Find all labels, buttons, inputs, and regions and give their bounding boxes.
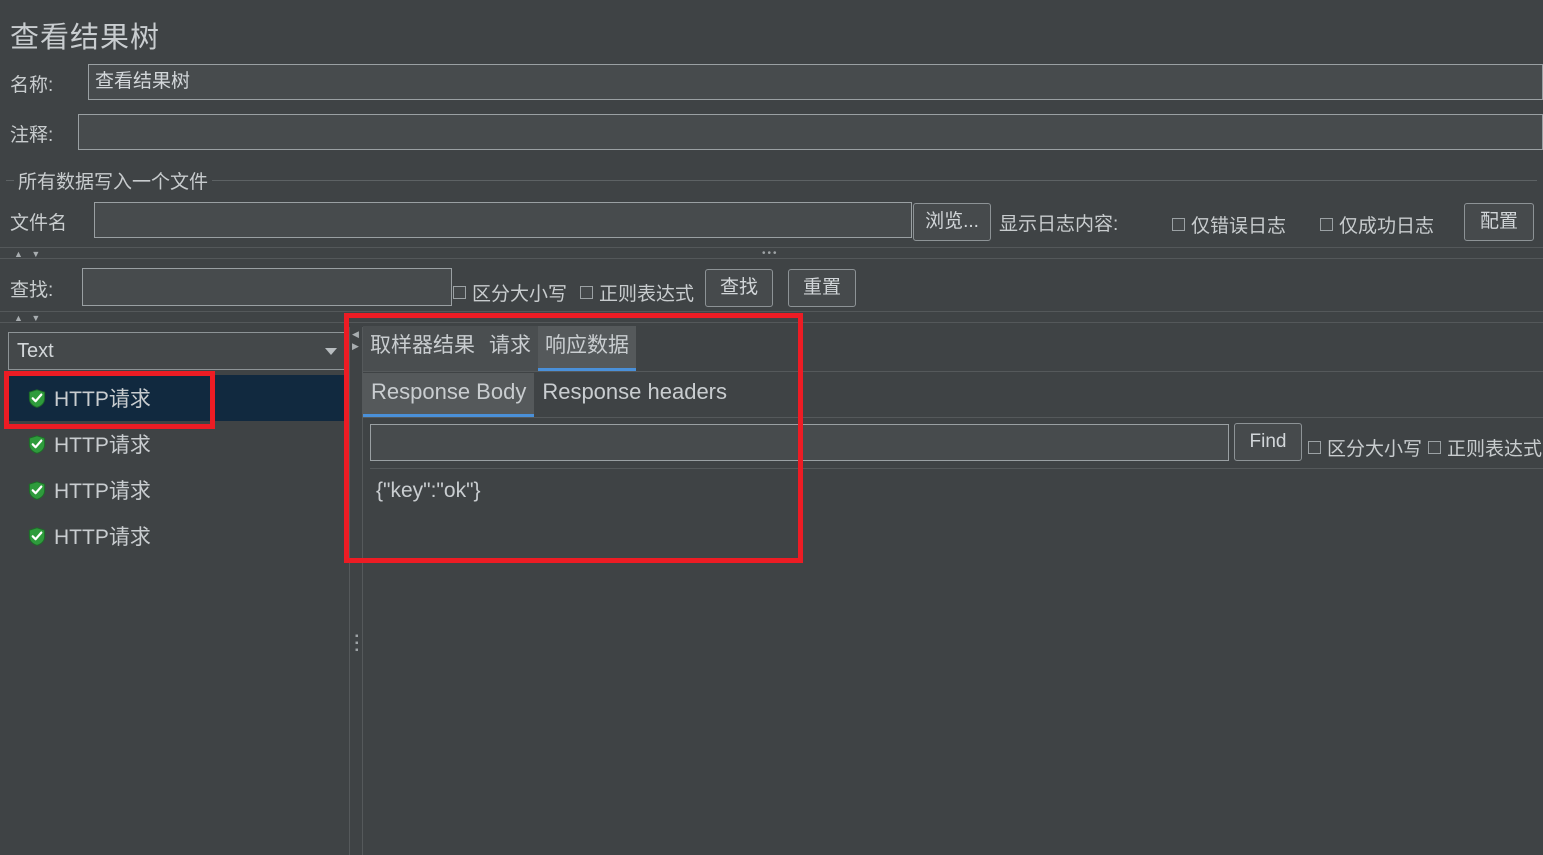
file-group-border — [6, 180, 1537, 181]
checkbox-box[interactable] — [1428, 441, 1441, 454]
comment-label: 注释: — [10, 125, 54, 146]
tree-item-http-request-4[interactable]: HTTP请求 — [6, 513, 349, 559]
splitter-collapse-arrows-icon[interactable]: ▲ ▼ — [14, 313, 43, 323]
response-find-button[interactable]: Find — [1234, 423, 1302, 461]
errors-only-label: 仅错误日志 — [1191, 216, 1287, 237]
comment-input[interactable] — [78, 114, 1543, 150]
horizontal-splitter-top[interactable]: ▲ ▼ ••• — [0, 247, 1543, 259]
errors-only-checkbox[interactable]: 仅错误日志 — [1172, 211, 1286, 238]
chevron-down-icon[interactable] — [325, 347, 337, 355]
name-input[interactable]: 查看结果树 — [88, 64, 1543, 100]
search-reset-button[interactable]: 重置 — [788, 269, 856, 307]
checkbox-box[interactable] — [1172, 218, 1185, 231]
results-tree[interactable]: HTTP请求 HTTP请求 HTTP请求 HTTP请求 — [6, 375, 349, 559]
tab-sampler-result[interactable]: 取样器结果 — [363, 326, 482, 371]
shield-success-icon — [28, 434, 46, 454]
splitter-collapse-right-icon[interactable]: ▶ — [352, 341, 359, 352]
search-regex-checkbox[interactable]: 正则表达式 — [580, 279, 694, 306]
tree-item-label: HTTP请求 — [54, 388, 151, 411]
search-label: 查找: — [10, 280, 54, 301]
tree-item-http-request-2[interactable]: HTTP请求 — [6, 421, 349, 467]
search-case-sensitive-checkbox[interactable]: 区分大小写 — [453, 279, 567, 306]
shield-success-icon — [28, 388, 46, 408]
search-case-sensitive-label: 区分大小写 — [472, 284, 568, 305]
jmeter-view-results-tree-window: 查看结果树 名称: 查看结果树 注释: 所有数据写入一个文件 文件名 浏览...… — [0, 0, 1543, 855]
tab-response-headers[interactable]: Response headers — [534, 373, 735, 417]
result-tabbar: 取样器结果 请求 响应数据 — [363, 326, 1543, 372]
name-label: 名称: — [10, 75, 54, 96]
vertical-splitter-handle-dots-icon[interactable]: ▪ ▪ ▪ — [355, 632, 359, 656]
tree-item-label: HTTP请求 — [54, 434, 151, 457]
file-group-title: 所有数据写入一个文件 — [14, 167, 213, 194]
tree-item-http-request-1[interactable]: HTTP请求 — [6, 375, 349, 421]
tree-item-label: HTTP请求 — [54, 526, 151, 549]
filename-label: 文件名 — [10, 213, 68, 234]
results-tree-panel: Text HTTP请求 HTTP请求 HTTP请求 HTTP请求 — [6, 327, 349, 855]
horizontal-splitter-bottom[interactable]: ▲ ▼ ••• — [0, 311, 1543, 323]
tab-request[interactable]: 请求 — [482, 326, 538, 371]
checkbox-box[interactable] — [580, 286, 593, 299]
successes-only-label: 仅成功日志 — [1339, 216, 1435, 237]
search-regex-label: 正则表达式 — [599, 284, 695, 305]
checkbox-box[interactable] — [453, 286, 466, 299]
response-regex-label: 正则表达式 — [1447, 439, 1543, 460]
tree-item-label: HTTP请求 — [54, 480, 151, 503]
shield-success-icon — [28, 480, 46, 500]
response-case-sensitive-label: 区分大小写 — [1327, 439, 1423, 460]
filename-input[interactable] — [94, 202, 912, 238]
renderer-combobox-value: Text — [17, 339, 54, 362]
response-subtabbar: Response Body Response headers — [363, 373, 1543, 418]
tab-response-data[interactable]: 响应数据 — [538, 326, 636, 371]
successes-only-checkbox[interactable]: 仅成功日志 — [1320, 211, 1434, 238]
checkbox-box[interactable] — [1320, 218, 1333, 231]
search-find-button[interactable]: 查找 — [705, 269, 773, 307]
splitter-collapse-arrows-icon[interactable]: ▲ ▼ — [14, 249, 43, 259]
log-display-label: 显示日志内容: — [999, 214, 1119, 235]
response-body-text[interactable]: {"key":"ok"} — [370, 468, 1543, 855]
splitter-handle-dots-icon[interactable]: ••• — [762, 313, 779, 323]
search-input[interactable] — [82, 268, 452, 306]
tree-item-http-request-3[interactable]: HTTP请求 — [6, 467, 349, 513]
vertical-splitter[interactable]: ◀ ▶ ▪ ▪ ▪ — [349, 327, 363, 855]
tab-response-body[interactable]: Response Body — [363, 373, 535, 417]
checkbox-box[interactable] — [1308, 441, 1321, 454]
splitter-collapse-left-icon[interactable]: ◀ — [352, 329, 359, 340]
browse-button[interactable]: 浏览... — [913, 203, 991, 241]
configure-button[interactable]: 配置 — [1464, 203, 1534, 241]
splitter-handle-dots-icon[interactable]: ••• — [762, 249, 779, 259]
renderer-combobox[interactable]: Text — [8, 332, 348, 370]
shield-success-icon — [28, 526, 46, 546]
page-title: 查看结果树 — [10, 22, 161, 54]
response-find-input[interactable] — [370, 424, 1229, 461]
sampler-result-panel: 取样器结果 请求 响应数据 Response Body Response hea… — [363, 326, 1543, 855]
response-regex-checkbox[interactable]: 正则表达式 — [1428, 434, 1542, 461]
response-case-sensitive-checkbox[interactable]: 区分大小写 — [1308, 434, 1422, 461]
